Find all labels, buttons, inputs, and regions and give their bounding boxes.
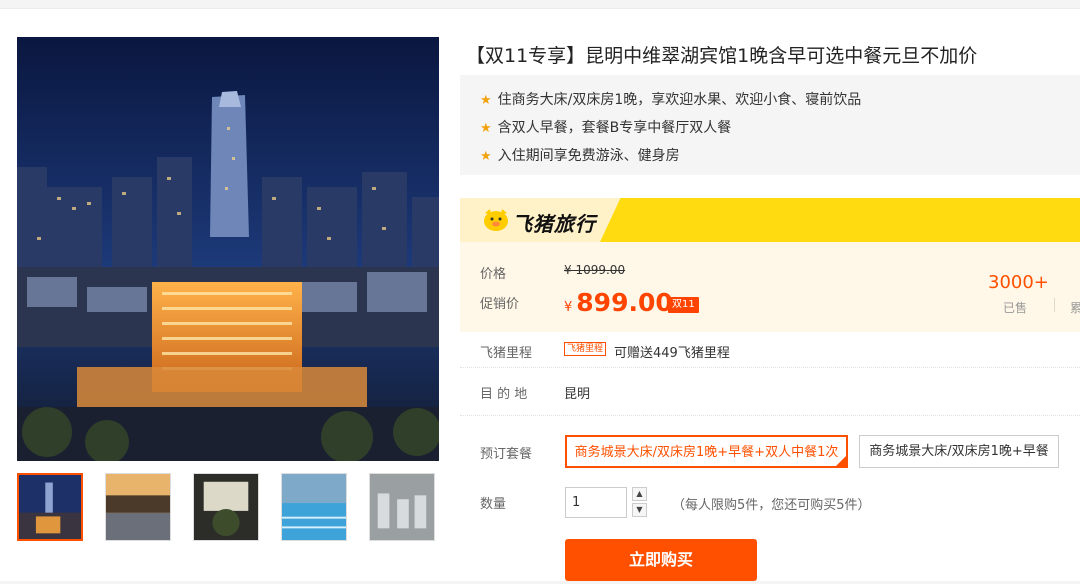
feature-item: ★ 住商务大床/双床房1晚，享欢迎水果、欢迎小食、寝前饮品: [480, 92, 862, 108]
star-icon: ★: [480, 93, 492, 108]
feature-item: ★ 入住期间享免费游泳、健身房: [480, 148, 680, 164]
price-panel: 价格 ¥ 1099.00 促销价 ¥899.00 双11 3000+ 已售 累: [460, 242, 1080, 332]
thumbnail-gym[interactable]: [369, 473, 435, 541]
brand-banner-stripe: [600, 198, 1080, 242]
decrement-icon[interactable]: ▼: [632, 503, 647, 517]
promo-price: ¥899.00: [564, 288, 673, 317]
thumbnail-pool[interactable]: [281, 473, 347, 541]
miles-label: 飞猪里程: [480, 346, 533, 361]
destination-value: 昆明: [564, 387, 591, 402]
thumbnail-lake-view[interactable]: [105, 473, 171, 541]
quantity-note: （每人限购5件，您还可购买5件）: [672, 498, 871, 513]
package-label: 预订套餐: [480, 447, 533, 462]
promo-price-label: 促销价: [480, 297, 520, 312]
miles-tag: 飞猪里程: [564, 342, 607, 356]
sold-count: 3000+: [988, 272, 1049, 293]
main-product-image: [17, 37, 439, 461]
quantity-input[interactable]: 1: [565, 487, 627, 518]
promo-badge: 双11: [668, 297, 699, 313]
star-icon: ★: [480, 149, 492, 164]
destination-row: 目 的 地 昆明: [460, 367, 1080, 416]
promo-price-value: 899.00: [576, 288, 673, 317]
product-card: 【双11专享】昆明中维翠湖宾馆1晚含早可选中餐元旦不加价 ★ 住商务大床/双床房1…: [0, 8, 1080, 581]
fliggy-pig-logo-icon: [484, 209, 508, 231]
cumulative-label: 累: [1070, 301, 1080, 315]
star-icon: ★: [480, 121, 492, 136]
destination-label: 目 的 地: [480, 387, 528, 402]
currency-symbol: ¥: [564, 300, 573, 315]
thumbnail-city-night[interactable]: [17, 473, 83, 541]
brand-name: 飞猪旅行: [512, 212, 596, 236]
miles-text: 可赠送449飞猪里程: [614, 346, 730, 361]
stat-divider: [1054, 298, 1055, 312]
original-price: ¥ 1099.00: [564, 263, 626, 277]
package-option-selected[interactable]: 商务城景大床/双床房1晚+早餐+双人中餐1次: [565, 435, 848, 468]
selected-check-icon: [836, 456, 846, 466]
quantity-label: 数量: [480, 497, 507, 512]
buy-now-button[interactable]: 立即购买: [565, 539, 757, 581]
brand-banner: 飞猪旅行: [460, 198, 1080, 242]
sold-label: 已售: [1003, 301, 1028, 315]
thumbnail-strip: [17, 473, 447, 545]
miles-row: 飞猪里程 飞猪里程 可赠送449飞猪里程: [460, 332, 1080, 368]
package-option[interactable]: 商务城景大床/双床房1晚+早餐: [859, 435, 1059, 468]
price-label: 价格: [480, 267, 507, 282]
increment-icon[interactable]: ▲: [632, 487, 647, 501]
product-title: 【双11专享】昆明中维翠湖宾馆1晚含早可选中餐元旦不加价: [466, 45, 978, 67]
feature-item: ★ 含双人早餐，套餐B专享中餐厅双人餐: [480, 120, 732, 136]
thumbnail-lobby[interactable]: [193, 473, 259, 541]
feature-list: ★ 住商务大床/双床房1晚，享欢迎水果、欢迎小食、寝前饮品 ★ 含双人早餐，套餐B专…: [460, 75, 1080, 175]
